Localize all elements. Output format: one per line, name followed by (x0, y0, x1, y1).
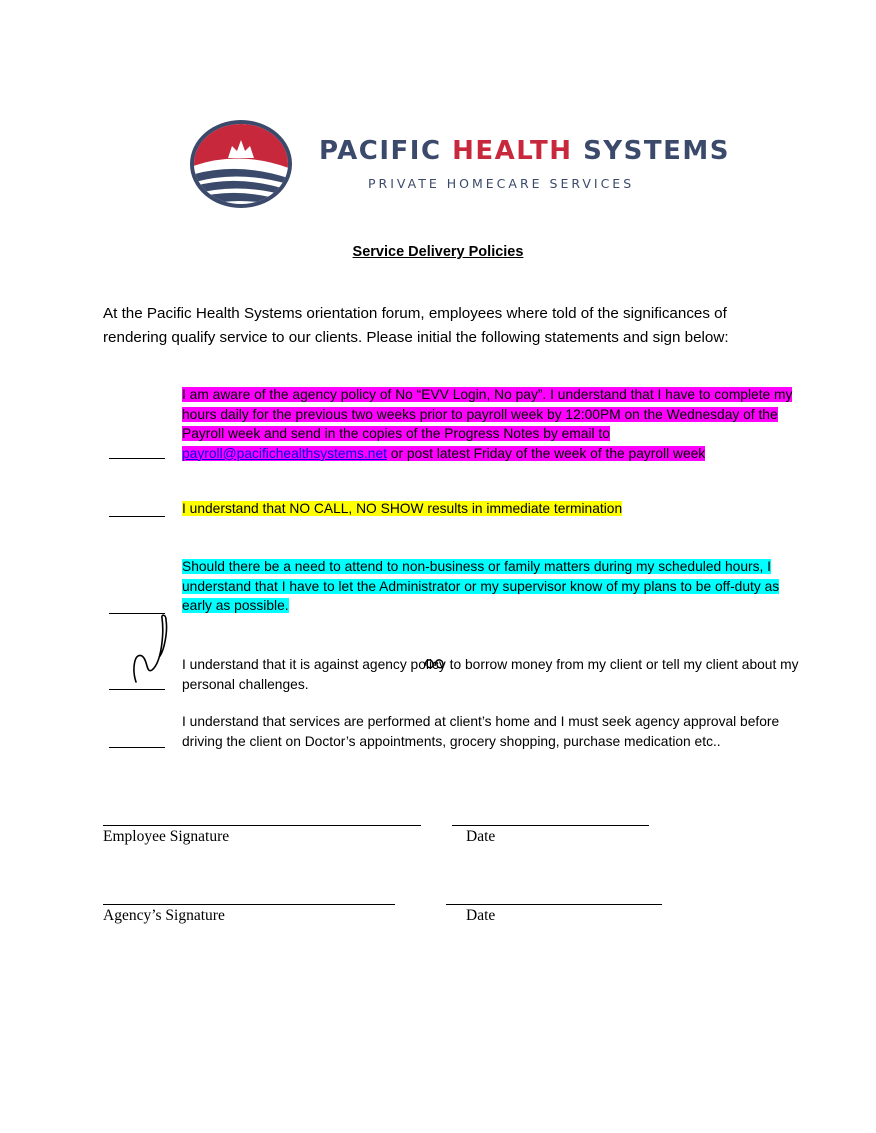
agency-date-line[interactable] (446, 904, 662, 905)
employee-signature-label: Employee Signature (103, 828, 230, 845)
employee-date-line[interactable] (452, 825, 649, 826)
employee-signature-line[interactable] (103, 825, 421, 826)
logo-company-name: PACIFIC HEALTH SYSTEMS (319, 136, 730, 166)
agency-signature-label: Agency’s Signature (103, 907, 225, 924)
payroll-email-link[interactable]: payroll@pacifichealthsystems.net (182, 446, 387, 461)
policy-statement-1: I am aware of the agency policy of No “E… (182, 387, 793, 461)
policy-statement-2: I understand that NO CALL, NO SHOW resul… (182, 501, 623, 516)
intro-paragraph: At the Pacific Health Systems orientatio… (103, 305, 729, 346)
agency-date-label: Date (466, 907, 496, 924)
policy-statement-4: I understand that it is against agency p… (182, 657, 799, 692)
policy-statement-5: I understand that services are performed… (182, 714, 780, 749)
handwritten-overlap-mark (424, 659, 444, 669)
logo-tagline: PRIVATE HOMECARE SERVICES (368, 176, 635, 191)
handwritten-initial-mark (133, 614, 168, 683)
document-title: Service Delivery Policies (352, 244, 524, 260)
agency-signature-line[interactable] (103, 904, 395, 905)
company-logo: PACIFIC HEALTH SYSTEMS PRIVATE HOMECARE … (188, 118, 728, 213)
initial-blank-2[interactable] (109, 516, 165, 517)
initial-blank-4[interactable] (109, 689, 165, 690)
logo-emblem-icon (190, 120, 292, 208)
employee-date-label: Date (466, 828, 496, 845)
policy-statement-3: Should there be a need to attend to non-… (182, 559, 780, 614)
initial-blank-1[interactable] (109, 458, 165, 459)
initial-blank-5[interactable] (109, 747, 165, 748)
